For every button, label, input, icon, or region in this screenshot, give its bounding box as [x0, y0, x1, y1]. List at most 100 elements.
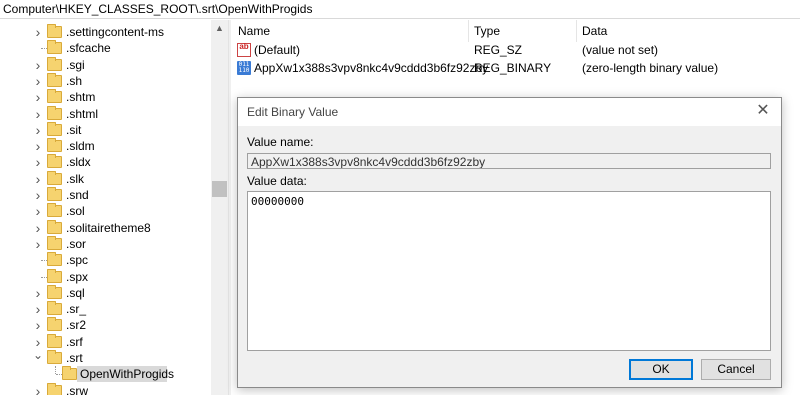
column-header-type[interactable]: Type [474, 24, 500, 38]
tree-item-label: OpenWithProgids [80, 367, 175, 382]
tree-item[interactable]: › .sr_ [0, 301, 211, 317]
tree-item[interactable]: › .settingcontent-ms [0, 24, 211, 40]
folder-icon [47, 72, 62, 87]
chevron-right-icon[interactable]: › [33, 302, 43, 316]
tree-item-label: .srf [66, 334, 83, 349]
chevron-right-icon[interactable]: › [33, 237, 43, 251]
tree-item-label: .srt [66, 351, 83, 365]
column-separator[interactable] [468, 20, 469, 42]
tree-item[interactable]: ⌄ .srt [0, 349, 211, 366]
tree-scrollbar[interactable]: ▲ [211, 20, 228, 395]
tree-item-label: .spx [66, 269, 89, 284]
tree-item[interactable]: .sfcache [0, 40, 211, 56]
cancel-button[interactable]: Cancel [701, 359, 771, 380]
scrollbar-thumb[interactable] [212, 181, 227, 197]
registry-tree[interactable]: › .settingcontent-ms .sfcache › .sgi › .sh › .sh… [0, 20, 211, 395]
value-name: (Default) [254, 43, 301, 57]
chevron-right-icon[interactable]: › [33, 286, 43, 300]
ok-button[interactable]: OK [629, 359, 693, 380]
scroll-up-arrow-icon[interactable]: ▲ [211, 20, 228, 37]
folder-icon [62, 366, 77, 381]
tree-item-label: .sldx [66, 155, 91, 170]
column-header-name[interactable]: Name [238, 24, 270, 38]
close-icon[interactable]: ✕ [753, 101, 773, 121]
tree-item[interactable]: › .sldm [0, 138, 211, 154]
value-row-default[interactable]: ab (Default) REG_SZ (value not set) [231, 42, 800, 58]
chevron-right-icon[interactable]: › [33, 107, 43, 121]
chevron-right-icon[interactable]: › [33, 25, 43, 39]
chevron-right-icon[interactable]: › [33, 318, 43, 332]
tree-item[interactable]: › .slk [0, 170, 211, 187]
folder-icon [47, 382, 62, 395]
value-data-editor[interactable]: 00000000 [247, 191, 771, 351]
folder-icon [47, 170, 62, 185]
chevron-right-icon[interactable]: › [33, 172, 43, 186]
tree-item-label: .slk [66, 171, 84, 186]
tree-item-label: .snd [66, 188, 89, 202]
tree-item-label: .sfcache [66, 41, 111, 56]
tree-item[interactable]: › .sr2 [0, 317, 211, 333]
value-data: (zero-length binary value) [582, 61, 719, 75]
value-row-binary[interactable]: 011 110 AppXw1x388s3vpv8nkc4v9cddd3b6fz92… [231, 60, 800, 76]
folder-icon [47, 252, 62, 267]
tree-item[interactable]: › .sldx [0, 154, 211, 170]
tree-item[interactable]: › .sol [0, 203, 211, 219]
tree-item[interactable]: .spc [0, 252, 211, 268]
value-name-field: AppXw1x388s3vpv8nkc4v9cddd3b6fz92zby [247, 153, 771, 169]
tree-item[interactable]: › .sgi [0, 56, 211, 73]
chevron-right-icon[interactable]: › [33, 188, 43, 202]
tree-item[interactable]: › .solitairetheme8 [0, 219, 211, 236]
tree-item-label: .sgi [66, 57, 85, 72]
dialog-title-bar[interactable]: Edit Binary Value ✕ [238, 98, 781, 126]
tree-item-label: .settingcontent-ms [66, 25, 165, 39]
folder-icon [47, 268, 62, 283]
folder-icon [47, 56, 62, 71]
chevron-right-icon[interactable]: › [33, 58, 43, 72]
tree-item-label: .spc [66, 253, 89, 268]
string-value-icon: ab [237, 43, 251, 57]
tree-item-label: .sh [66, 73, 83, 88]
tree-item-label: .sr_ [66, 302, 87, 317]
column-separator[interactable] [576, 20, 577, 42]
folder-icon [47, 40, 62, 55]
column-header-data[interactable]: Data [582, 24, 607, 38]
tree-item[interactable]: › .sh [0, 72, 211, 89]
value-type: REG_BINARY [474, 61, 552, 75]
chevron-right-icon[interactable]: › [33, 90, 43, 104]
folder-icon [47, 24, 62, 38]
binary-value-icon: 011 110 [237, 61, 251, 75]
chevron-down-icon[interactable]: ⌄ [33, 349, 43, 361]
tree-item[interactable]: › .sql [0, 284, 211, 301]
address-bar[interactable]: Computer\HKEY_CLASSES_ROOT\.srt\OpenWith… [0, 0, 800, 19]
tree-item-label: .shtml [66, 106, 99, 121]
folder-icon [47, 333, 62, 348]
tree-item[interactable]: OpenWithProgids [0, 366, 211, 383]
tree-item[interactable]: › .shtml [0, 105, 211, 122]
chevron-right-icon[interactable]: › [33, 335, 43, 349]
folder-icon [47, 105, 62, 120]
tree-item[interactable]: › .srw [0, 382, 211, 395]
chevron-right-icon[interactable]: › [33, 221, 43, 235]
tree-item-label: .sor [66, 236, 87, 251]
folder-icon [47, 121, 62, 136]
tree-item[interactable]: › .sor [0, 235, 211, 252]
tree-item-label: .shtm [66, 90, 96, 105]
tree-item[interactable]: › .shtm [0, 89, 211, 105]
dialog-title: Edit Binary Value [247, 105, 339, 119]
chevron-right-icon[interactable]: › [33, 204, 43, 218]
tree-item[interactable]: › .snd [0, 187, 211, 203]
chevron-right-icon[interactable]: › [33, 139, 43, 153]
chevron-right-icon[interactable]: › [33, 384, 43, 395]
tree-item-label: .sldm [66, 139, 95, 154]
tree-item[interactable]: › .srf [0, 333, 211, 350]
value-data-text[interactable]: 00000000 [251, 195, 304, 208]
tree-item[interactable]: .spx [0, 268, 211, 285]
folder-icon [47, 219, 62, 234]
tree-item-label: .sql [66, 285, 85, 300]
folder-icon [47, 235, 62, 250]
value-name: AppXw1x388s3vpv8nkc4v9cddd3b6fz92zby [254, 61, 489, 75]
chevron-right-icon[interactable]: › [33, 155, 43, 169]
chevron-right-icon[interactable]: › [33, 123, 43, 137]
chevron-right-icon[interactable]: › [33, 74, 43, 88]
tree-item[interactable]: › .sit [0, 121, 211, 138]
